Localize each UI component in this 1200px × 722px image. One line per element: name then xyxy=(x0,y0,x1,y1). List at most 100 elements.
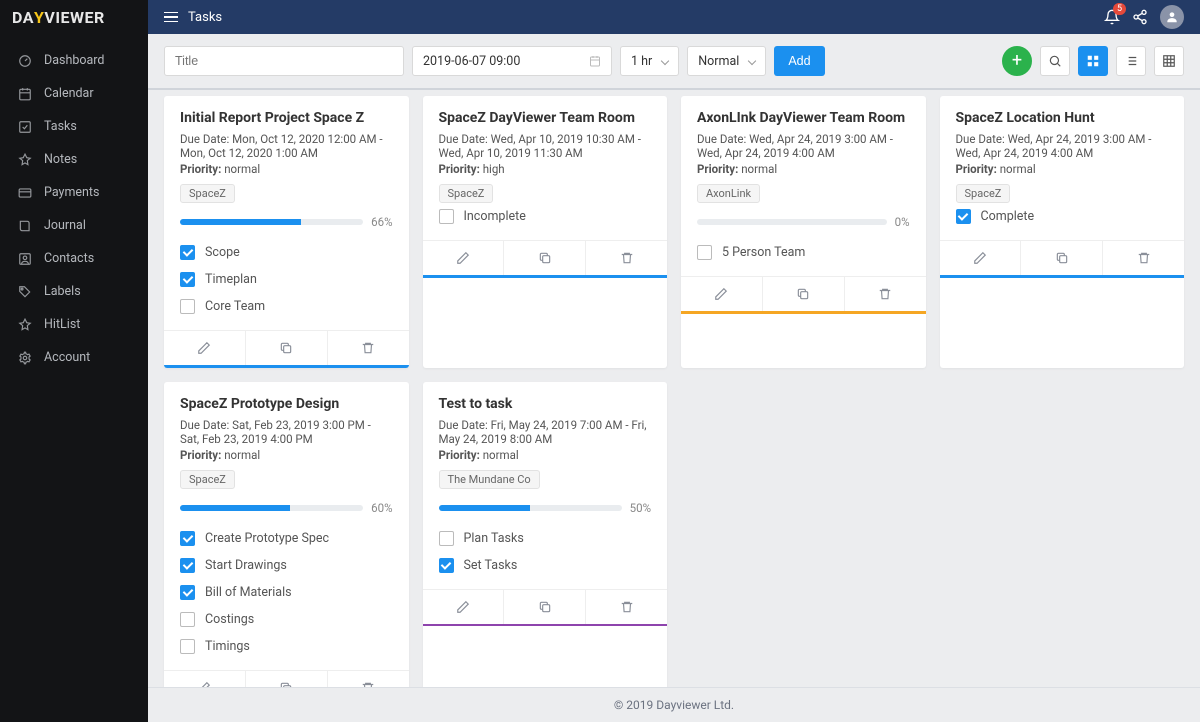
date-input[interactable]: 2019-06-07 09:00 xyxy=(412,46,612,76)
title-input[interactable] xyxy=(164,46,404,76)
card-due: Due Date: Fri, May 24, 2019 7:00 AM - Fr… xyxy=(439,418,652,446)
delete-button[interactable] xyxy=(328,671,409,688)
edit-button[interactable] xyxy=(423,241,505,275)
sidebar-item-label: Account xyxy=(44,350,90,365)
progress-label: 0% xyxy=(895,215,910,229)
checklist-item[interactable]: Create Prototype Spec xyxy=(180,525,393,552)
pin-icon xyxy=(18,153,32,167)
checkbox[interactable] xyxy=(180,245,195,260)
card-priority: Priority: normal xyxy=(956,162,1169,176)
checklist-label: Create Prototype Spec xyxy=(205,531,329,546)
checkbox[interactable] xyxy=(180,612,195,627)
duration-select[interactable]: 1 hr xyxy=(620,46,679,76)
checklist-item[interactable]: Incomplete xyxy=(439,203,652,230)
logo: DAYVIEWER xyxy=(0,0,148,34)
checkbox[interactable] xyxy=(180,585,195,600)
delete-button[interactable] xyxy=(586,241,667,275)
task-card: AxonLInk DayViewer Team Room Due Date: We… xyxy=(681,96,926,368)
checklist-label: Scope xyxy=(205,245,240,260)
checklist-item[interactable]: Timeplan xyxy=(180,266,393,293)
checklist-item[interactable]: Bill of Materials xyxy=(180,579,393,606)
checklist-label: Timeplan xyxy=(205,272,257,287)
delete-button[interactable] xyxy=(1103,241,1184,275)
notifications-button[interactable]: 5 xyxy=(1104,9,1120,25)
card-tag[interactable]: SpaceZ xyxy=(180,184,235,203)
checkbox[interactable] xyxy=(180,272,195,287)
card-tag[interactable]: AxonLink xyxy=(697,184,760,203)
edit-button[interactable] xyxy=(164,331,246,365)
copy-button[interactable] xyxy=(504,590,586,624)
priority-select[interactable]: Normal xyxy=(687,46,766,76)
edit-button[interactable] xyxy=(423,590,505,624)
checklist-item[interactable]: Complete xyxy=(956,203,1169,230)
sidebar-item-dashboard[interactable]: Dashboard xyxy=(0,44,148,77)
edit-button[interactable] xyxy=(940,241,1022,275)
checkbox[interactable] xyxy=(956,209,971,224)
edit-button[interactable] xyxy=(681,277,763,311)
view-list-button[interactable] xyxy=(1116,46,1146,76)
checkbox[interactable] xyxy=(439,531,454,546)
checkbox[interactable] xyxy=(180,639,195,654)
checklist-item[interactable]: 5 Person Team xyxy=(697,239,910,266)
sidebar-item-contacts[interactable]: Contacts xyxy=(0,242,148,275)
delete-button[interactable] xyxy=(845,277,926,311)
card-accent xyxy=(423,624,668,627)
card-due: Due Date: Mon, Oct 12, 2020 12:00 AM - M… xyxy=(180,132,393,160)
task-card: SpaceZ Location HuntDue Date: Wed, Apr 2… xyxy=(940,96,1185,368)
sidebar-item-payments[interactable]: Payments xyxy=(0,176,148,209)
checklist-label: Set Tasks xyxy=(464,558,518,573)
checklist-item[interactable]: Timings xyxy=(180,633,393,660)
checklist-item[interactable]: Core Team xyxy=(180,293,393,320)
new-button[interactable]: + xyxy=(1002,46,1032,76)
copy-button[interactable] xyxy=(246,671,328,688)
card-tag[interactable]: SpaceZ xyxy=(439,184,494,203)
delete-button[interactable] xyxy=(586,590,667,624)
checkbox[interactable] xyxy=(439,209,454,224)
checkbox[interactable] xyxy=(180,531,195,546)
card-tag[interactable]: The Mundane Co xyxy=(439,470,540,489)
sidebar-item-account[interactable]: Account xyxy=(0,341,148,374)
checklist-item[interactable]: Costings xyxy=(180,606,393,633)
card-tag[interactable]: SpaceZ xyxy=(180,470,235,489)
card-due: Due Date: Wed, Apr 24, 2019 3:00 AM - We… xyxy=(956,132,1169,160)
view-grid-button[interactable] xyxy=(1078,46,1108,76)
search-button[interactable] xyxy=(1040,46,1070,76)
gear-icon xyxy=(18,351,32,365)
checklist-label: Bill of Materials xyxy=(205,585,292,600)
checkbox[interactable] xyxy=(180,299,195,314)
checklist-item[interactable]: Set Tasks xyxy=(439,552,652,579)
edit-button[interactable] xyxy=(164,671,246,688)
menu-toggle-icon[interactable] xyxy=(164,10,178,24)
sidebar-item-calendar[interactable]: Calendar xyxy=(0,77,148,110)
sidebar-item-tasks[interactable]: Tasks xyxy=(0,110,148,143)
copy-button[interactable] xyxy=(504,241,586,275)
avatar[interactable] xyxy=(1160,5,1184,29)
sidebar-item-label: Tasks xyxy=(44,119,77,134)
checkbox[interactable] xyxy=(180,558,195,573)
delete-button[interactable] xyxy=(328,331,409,365)
sidebar-item-hitlist[interactable]: HitList xyxy=(0,308,148,341)
page-title: Tasks xyxy=(188,10,222,25)
sidebar-item-label: Calendar xyxy=(44,86,94,101)
copy-button[interactable] xyxy=(1021,241,1103,275)
checklist-item[interactable]: Scope xyxy=(180,239,393,266)
add-button[interactable]: Add xyxy=(774,46,824,76)
chevron-down-icon xyxy=(748,57,756,65)
checklist-item[interactable]: Start Drawings xyxy=(180,552,393,579)
checklist-item[interactable]: Plan Tasks xyxy=(439,525,652,552)
sidebar-item-journal[interactable]: Journal xyxy=(0,209,148,242)
copy-button[interactable] xyxy=(763,277,845,311)
card-title: AxonLInk DayViewer Team Room xyxy=(697,110,910,126)
view-table-button[interactable] xyxy=(1154,46,1184,76)
checkbox[interactable] xyxy=(439,558,454,573)
sidebar-item-label: Payments xyxy=(44,185,99,200)
card-tag[interactable]: SpaceZ xyxy=(956,184,1011,203)
sidebar-item-notes[interactable]: Notes xyxy=(0,143,148,176)
notification-badge: 5 xyxy=(1113,3,1126,15)
card-due: Due Date: Wed, Apr 24, 2019 3:00 AM - We… xyxy=(697,132,910,160)
share-icon[interactable] xyxy=(1132,9,1148,25)
copy-button[interactable] xyxy=(246,331,328,365)
sidebar-item-labels[interactable]: Labels xyxy=(0,275,148,308)
card-due: Due Date: Sat, Feb 23, 2019 3:00 PM - Sa… xyxy=(180,418,393,446)
checkbox[interactable] xyxy=(697,245,712,260)
